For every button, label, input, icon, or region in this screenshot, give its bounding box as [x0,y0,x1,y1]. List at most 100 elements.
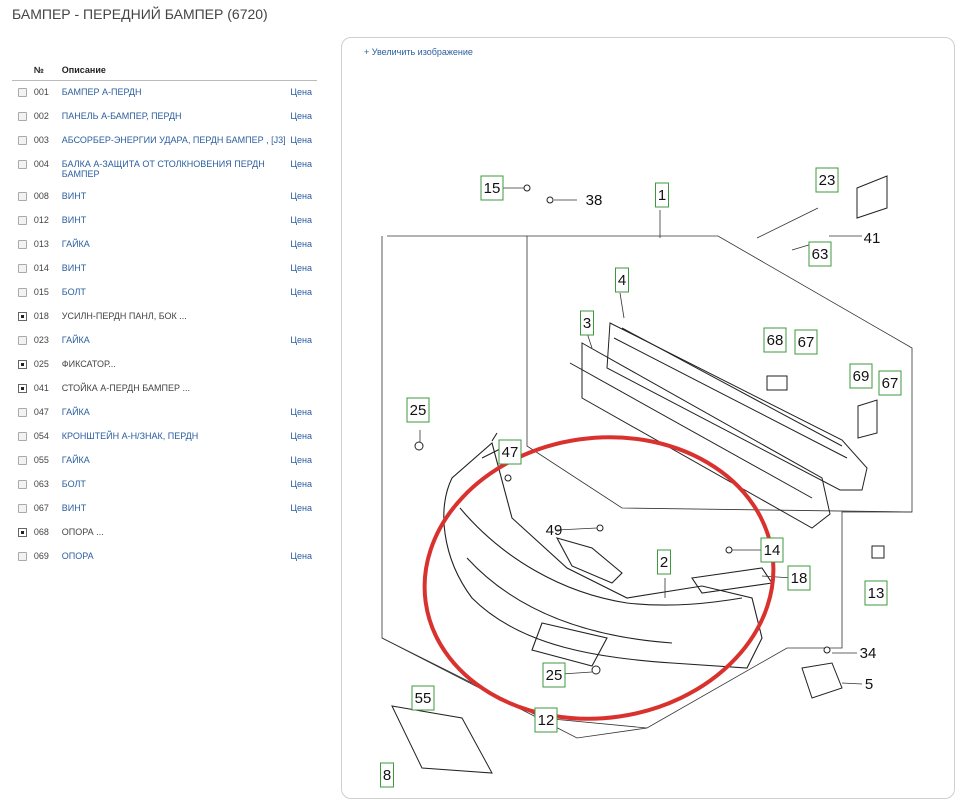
part-number: 047 [33,407,49,417]
row-checkbox[interactable] [18,136,27,145]
part-description[interactable]: СТОЙКА А-ПЕРДН БАМПЕР ... [62,383,190,393]
part-description-link[interactable]: ОПОРА [62,551,94,561]
row-control-cell [12,353,34,377]
callout-34: 34 [860,645,877,662]
leader-4 [619,292,625,319]
row-checkbox[interactable] [18,192,27,201]
price-link[interactable]: Цена [290,455,312,465]
callout-25: 25 [542,662,566,688]
price-link[interactable]: Цена [290,135,312,145]
row-checkbox[interactable] [18,552,27,561]
part-number: 023 [33,335,49,345]
support-68 [766,375,788,391]
price-link[interactable]: Цена [290,551,312,561]
expand-toggle[interactable] [18,384,27,393]
callout-67: 67 [794,329,818,355]
row-checkbox[interactable] [18,160,27,169]
part-description-link[interactable]: БАМПЕР А-ПЕРДН [62,87,142,97]
part-description-link[interactable]: ВИНТ [62,215,86,225]
part-description-link[interactable]: ВИНТ [62,191,86,201]
screw-14 [725,546,733,554]
part-description-link[interactable]: ГАЙКА [62,455,90,465]
row-checkbox[interactable] [18,216,27,225]
callout-13: 13 [864,580,888,606]
part-description-link[interactable]: БОЛТ [62,287,86,297]
callout-55: 55 [411,685,435,711]
price-link[interactable]: Цена [290,263,312,273]
bumper-grille-opening [531,622,608,667]
part-description-cell: БОЛТ [62,473,291,497]
part-description-link[interactable]: ПАНЕЛЬ А-БАМПЕР, ПЕРДН [62,111,182,121]
part-description-link[interactable]: ГАЙКА [62,239,90,249]
price-link[interactable]: Цена [290,87,312,97]
price-link[interactable]: Цена [290,191,312,201]
leader-lines [419,187,863,685]
part-number: 025 [33,359,49,369]
part-description-link[interactable]: ГАЙКА [62,335,90,345]
part-description-link[interactable]: АБСОРБЕР-ЭНЕРГИИ УДАРА, ПЕРДН БАМПЕР , [… [62,135,286,145]
callout-number: 2 [660,554,668,571]
bracket-5 [801,662,843,699]
row-checkbox[interactable] [18,456,27,465]
row-checkbox[interactable] [18,432,27,441]
table-row: 068 ОПОРА ... [12,521,317,545]
table-row: 014 ВИНТ Цена [12,257,317,281]
row-checkbox[interactable] [18,504,27,513]
image-panel: 15 38 1 23 41 63 4 3 68 67 69 67 25 47 49 2 14 18 13 34 5 25 5… [341,37,955,799]
part-description-link[interactable]: ВИНТ [62,503,86,513]
row-checkbox[interactable] [18,88,27,97]
expand-toggle[interactable] [18,360,27,369]
part-description-cell: ГАЙКА [62,329,291,353]
row-checkbox[interactable] [18,408,27,417]
callout-number: 47 [502,444,519,461]
row-checkbox[interactable] [18,240,27,249]
price-cell: Цена [290,473,317,497]
callout-38: 38 [586,192,603,209]
row-checkbox[interactable] [18,112,27,121]
callout-number: 3 [583,315,591,332]
price-link[interactable]: Цена [290,287,312,297]
price-cell: Цена [290,425,317,449]
callout-number: 23 [819,172,836,189]
row-checkbox[interactable] [18,480,27,489]
part-description-cell: ВИНТ [62,185,291,209]
part-description[interactable]: ФИКСАТОР... [62,359,116,369]
price-link[interactable]: Цена [290,431,312,441]
part-description-link[interactable]: КРОНШТЕЙН А-Н/ЗНАК, ПЕРДН [62,431,198,441]
part-description-link[interactable]: БАЛКА А-ЗАЩИТА ОТ СТОЛКНОВЕНИЯ ПЕРДН БАМ… [62,159,265,179]
zoom-image-link[interactable]: + Увеличить изображение [364,47,473,57]
price-cell: Цена [290,329,317,353]
price-link[interactable]: Цена [290,479,312,489]
price-link[interactable]: Цена [290,111,312,121]
table-row: 025 ФИКСАТОР... [12,353,317,377]
price-link[interactable]: Цена [290,503,312,513]
part-description-link[interactable]: ВИНТ [62,263,86,273]
price-link[interactable]: Цена [290,335,312,345]
callout-number: 49 [546,522,563,539]
callout-number: 55 [415,690,432,707]
part-description[interactable]: ОПОРА ... [62,527,104,537]
table-row: 018 УСИЛН-ПЕРДН ПАНЛ, БОК ... [12,305,317,329]
row-checkbox[interactable] [18,264,27,273]
nut-49 [596,524,604,532]
price-cell: Цена [290,105,317,129]
leader-49 [556,527,598,531]
expand-toggle[interactable] [18,528,27,537]
parts-diagram: 15 38 1 23 41 63 4 3 68 67 69 67 25 47 49 2 14 18 13 34 5 25 5… [380,167,913,788]
part-description-cell: ГАЙКА [62,233,291,257]
price-link[interactable]: Цена [290,215,312,225]
row-checkbox[interactable] [18,288,27,297]
part-description[interactable]: УСИЛН-ПЕРДН ПАНЛ, БОК ... [62,311,187,321]
part-description-link[interactable]: ГАЙКА [62,407,90,417]
callout-3: 3 [580,310,594,336]
callout-number: 8 [383,767,391,784]
part-description-cell: БАЛКА А-ЗАЩИТА ОТ СТОЛКНОВЕНИЯ ПЕРДН БАМ… [62,153,291,185]
price-link[interactable]: Цена [290,407,312,417]
part-description-link[interactable]: БОЛТ [62,479,86,489]
price-link[interactable]: Цена [290,239,312,249]
row-checkbox[interactable] [18,336,27,345]
price-link[interactable]: Цена [290,159,312,169]
row-control-cell [12,473,34,497]
callout-number: 5 [865,676,873,693]
expand-toggle[interactable] [18,312,27,321]
